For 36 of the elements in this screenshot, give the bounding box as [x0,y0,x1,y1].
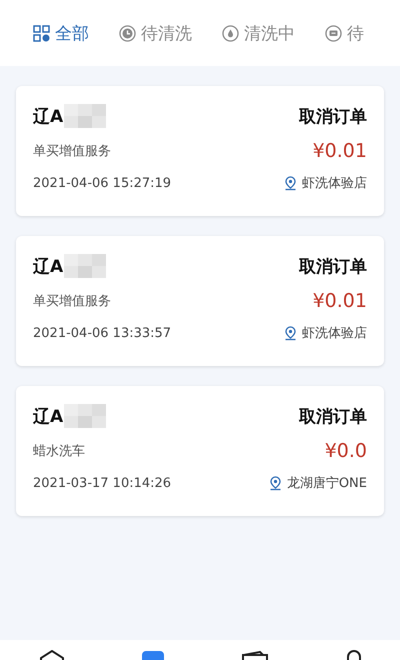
plate-number: 辽A [33,256,64,278]
price: ¥0.01 [312,290,367,312]
wallet-icon[interactable] [240,650,268,660]
price: ¥0.01 [312,140,367,162]
service-name: 蜡水洗车 [33,443,85,460]
plate-number: 辽A [33,106,64,128]
order-time: 2021-04-06 15:27:19 [33,176,172,190]
user-icon[interactable] [346,650,362,660]
tab[interactable]: 全部 [33,22,89,44]
home-icon[interactable] [38,650,64,660]
service-name: 单买增值服务 [33,143,111,160]
blur-mask [64,104,106,128]
location-pin-icon [284,176,297,190]
grid-icon [33,24,50,42]
order-card[interactable]: 辽A 取消订单 单买增值服务 ¥0.01 2021-04-06 13:33:57 虾洗体验店 [16,236,384,366]
cancel-order-button[interactable]: 取消订单 [299,254,367,278]
blur-mask [64,254,106,278]
chat-icon [325,24,342,42]
clock-icon [119,24,136,42]
blur-mask [64,404,106,428]
store-name: 虾洗体验店 [302,175,367,192]
cancel-order-button[interactable]: 取消订单 [299,104,367,128]
store-name: 龙湖唐宁ONE [286,475,367,492]
orders-icon[interactable] [142,650,164,660]
order-time: 2021-04-06 13:33:57 [33,326,172,340]
price: ¥0.0 [324,440,367,462]
order-card[interactable]: 辽A 取消订单 单买增值服务 ¥0.01 2021-04-06 15:27:19 虾洗体验店 [16,86,384,216]
order-card[interactable]: 辽A 取消订单 蜡水洗车 ¥0.0 2021-03-17 10:14:26 龙湖唐宁ONE [16,386,384,516]
store-name: 虾洗体验店 [302,325,367,342]
plate-number: 辽A [33,406,64,428]
location-pin-icon [284,326,297,340]
service-name: 单买增值服务 [33,293,111,310]
cancel-order-button[interactable]: 取消订单 [299,404,367,428]
order-time: 2021-03-17 10:14:26 [33,476,172,490]
drop-icon [222,24,239,42]
location-pin-icon [268,476,282,490]
